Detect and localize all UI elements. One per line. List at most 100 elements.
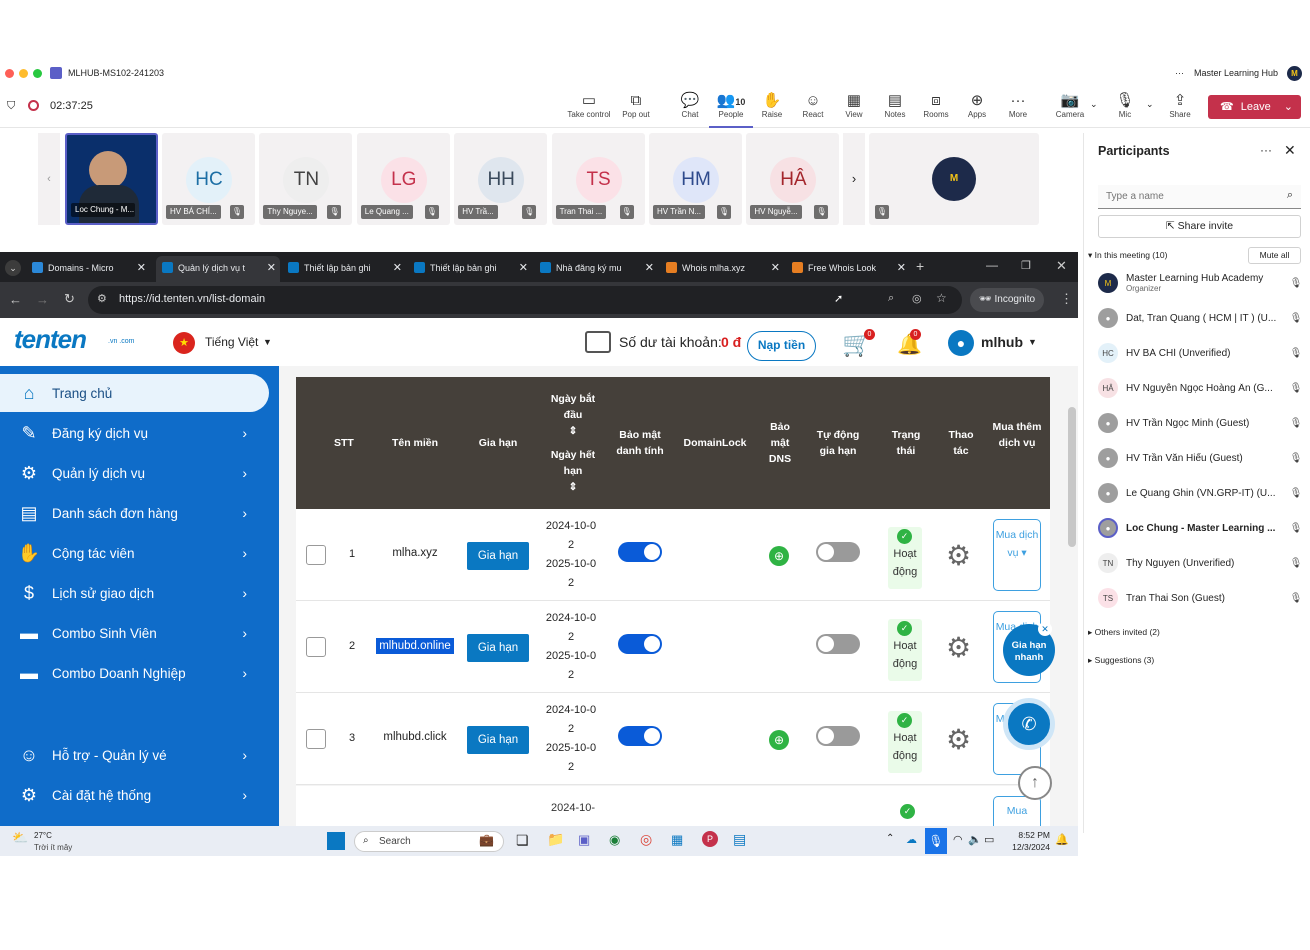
close-tab-icon[interactable]: ✕	[771, 256, 780, 280]
close-icon[interactable]: ✕	[1038, 622, 1052, 636]
sidebar-item[interactable]: ✎ Đăng ký dịch vụ ›	[0, 414, 269, 452]
volume-icon[interactable]: 🔈	[968, 833, 982, 846]
video-tile[interactable]: HÂ HV Nguyễ... 🎙	[746, 133, 840, 225]
video-tile[interactable]: LG Le Quang ... 🎙	[356, 133, 450, 225]
others-invited-toggle[interactable]: ▸ Others invited (2)	[1088, 627, 1160, 638]
gear-icon[interactable]: ⚙	[946, 631, 971, 664]
renew-button[interactable]: Gia hạn	[467, 542, 529, 570]
auto-renew-toggle[interactable]	[816, 634, 860, 654]
sidebar-item[interactable]: ▤ Danh sách đơn hàng ›	[0, 494, 269, 532]
more-icon[interactable]: ···	[1260, 143, 1272, 157]
teams-icon[interactable]: ▣	[578, 832, 590, 848]
share-button[interactable]: ⇪ Share	[1158, 92, 1202, 119]
phone-call-icon[interactable]: ✆	[1003, 698, 1055, 750]
powerpoint-icon[interactable]: P	[702, 831, 718, 847]
incognito-badge[interactable]: 🕶 Incognito	[970, 288, 1044, 312]
scrollbar[interactable]	[1068, 407, 1076, 547]
toolbar-pop-out-button[interactable]: ⧉ Pop out	[614, 92, 658, 119]
username[interactable]: mlhub	[981, 334, 1023, 350]
chevron-down-icon[interactable]: ▼	[1028, 337, 1037, 347]
wifi-icon[interactable]: ◠	[953, 833, 963, 846]
participant-row[interactable]: ● HV Trần Ngọc Minh (Guest) 🎙	[1098, 408, 1303, 438]
toolbar-notes-button[interactable]: ▤ Notes	[873, 92, 917, 119]
participant-row[interactable]: ● Dat, Tran Quang ( HCM | IT ) (U... 🎙	[1098, 303, 1303, 333]
col-start-date[interactable]: Ngày bắt đầu ⇕	[546, 391, 600, 439]
reload-icon[interactable]: ↻	[64, 291, 75, 307]
gear-icon[interactable]: ⚙	[946, 723, 971, 756]
privacy-toggle[interactable]	[618, 726, 662, 746]
participant-row[interactable]: HC HV BÁ CHÍ (Unverified) 🎙	[1098, 338, 1303, 368]
in-meeting-toggle[interactable]: ▾ In this meeting (10)	[1088, 250, 1167, 261]
chevron-down-icon[interactable]: ▼	[263, 337, 272, 347]
video-tile[interactable]: HH HV Trầ... 🎙	[454, 133, 548, 225]
participant-row[interactable]: HÂ HV Nguyễn Ngọc Hoàng Ân (G... 🎙	[1098, 373, 1303, 403]
sidebar-item[interactable]: ⚙ Quản lý dịch vụ ›	[0, 454, 269, 492]
suggestions-toggle[interactable]: ▸ Suggestions (3)	[1088, 655, 1154, 666]
restore-icon[interactable]: ❐	[1021, 259, 1031, 272]
tiles-prev-button[interactable]: ‹	[38, 133, 60, 225]
gear-icon[interactable]: ⚙	[946, 539, 971, 572]
privacy-toggle[interactable]	[618, 634, 662, 654]
sidebar-item[interactable]: ▬ Combo Sinh Viên ›	[0, 614, 269, 652]
close-tab-icon[interactable]: ✕	[393, 256, 402, 280]
toolbar-apps-button[interactable]: ⊕ Apps	[955, 92, 999, 119]
tiles-next-button[interactable]: ›	[843, 133, 865, 225]
browser-tab[interactable]: Quản lý dịch vụ t ✕	[156, 256, 280, 282]
sort-icon[interactable]: ⇕	[569, 425, 578, 437]
col-end-date[interactable]: Ngày hết hạn ⇕	[546, 447, 600, 495]
browser-tab[interactable]: Free Whois Look ✕	[786, 256, 910, 282]
participant-search[interactable]: ⌕	[1098, 185, 1301, 209]
row-checkbox[interactable]	[306, 729, 326, 749]
renew-button[interactable]: Gia hạn	[467, 634, 529, 662]
camera-button[interactable]: 📷 Camera	[1048, 92, 1092, 119]
browser-tab[interactable]: Thiết lập bản ghi ✕	[408, 256, 532, 282]
toolbar-rooms-button[interactable]: ⧈ Rooms	[914, 92, 958, 119]
toolbar-raise-button[interactable]: ✋ Raise	[750, 92, 794, 119]
zoom-icon[interactable]: ⌕	[888, 292, 894, 305]
minimize-icon[interactable]: —	[986, 258, 998, 272]
participant-row[interactable]: ● Loc Chung - Master Learning ... 🎙	[1098, 513, 1303, 543]
toolbar-view-button[interactable]: ▦ View	[832, 92, 876, 119]
close-tab-icon[interactable]: ✕	[645, 256, 654, 280]
battery-icon[interactable]: ▭	[984, 833, 994, 846]
tray-chevron-icon[interactable]: ⌃	[886, 833, 894, 844]
toolbar-react-button[interactable]: ☺ React	[791, 92, 835, 119]
eye-off-icon[interactable]: ◎	[912, 292, 922, 305]
more-icon[interactable]: ···	[1175, 68, 1184, 78]
browser-tab[interactable]: Domains - Micro ✕	[26, 256, 150, 282]
video-tile-organizer[interactable]: M 🎙	[869, 133, 1039, 225]
close-window-icon[interactable]	[5, 68, 14, 78]
toolbar-people-button[interactable]: 👥10 People	[709, 92, 753, 128]
chevron-down-icon[interactable]: ⌄	[1146, 99, 1154, 110]
notifications-icon[interactable]: 🔔	[1055, 833, 1069, 846]
edge-icon[interactable]: ◉	[609, 832, 620, 848]
tenten-logo[interactable]: tenten .vn .com	[14, 324, 144, 358]
clock-date[interactable]: 12/3/2024	[1010, 842, 1050, 852]
notepad-icon[interactable]: ▤	[733, 831, 746, 848]
chrome-icon[interactable]: ◎	[640, 831, 652, 848]
mute-all-button[interactable]: Mute all	[1248, 247, 1301, 264]
onedrive-icon[interactable]: ☁	[906, 833, 917, 846]
close-tab-icon[interactable]: ✕	[519, 256, 528, 280]
buy-more-button[interactable]: Mua	[993, 796, 1041, 826]
sort-icon[interactable]: ⇕	[569, 481, 578, 493]
close-tab-icon[interactable]: ✕	[267, 256, 276, 280]
user-avatar-icon[interactable]: ●	[948, 330, 974, 356]
browser-menu-icon[interactable]: ⋮	[1060, 291, 1073, 307]
browser-tab[interactable]: Nhà đăng ký mu ✕	[534, 256, 658, 282]
store-icon[interactable]: ▦	[671, 832, 683, 848]
scroll-top-icon[interactable]: ↑	[1018, 766, 1052, 800]
maximize-window-icon[interactable]	[33, 68, 42, 78]
sidebar-item[interactable]: ⌂ Trang chủ	[0, 374, 269, 412]
video-tile[interactable]: HM HV Trần N... 🎙	[649, 133, 742, 225]
toolbar-more-button[interactable]: ··· More	[996, 92, 1040, 119]
new-tab-icon[interactable]: +	[916, 258, 924, 274]
participant-row[interactable]: TS Tran Thai Son (Guest) 🎙	[1098, 583, 1303, 613]
taskbar-search[interactable]: ⌕ Search 💼	[354, 831, 504, 852]
minimize-window-icon[interactable]	[19, 68, 28, 78]
forward-icon[interactable]: →	[36, 292, 49, 307]
sidebar-item[interactable]: ✋ Cộng tác viên ›	[0, 534, 269, 572]
auto-renew-toggle[interactable]	[816, 542, 860, 562]
renew-button[interactable]: Gia hạn	[467, 726, 529, 754]
video-tile[interactable]: TS Tran Thai ... 🎙	[551, 133, 645, 225]
